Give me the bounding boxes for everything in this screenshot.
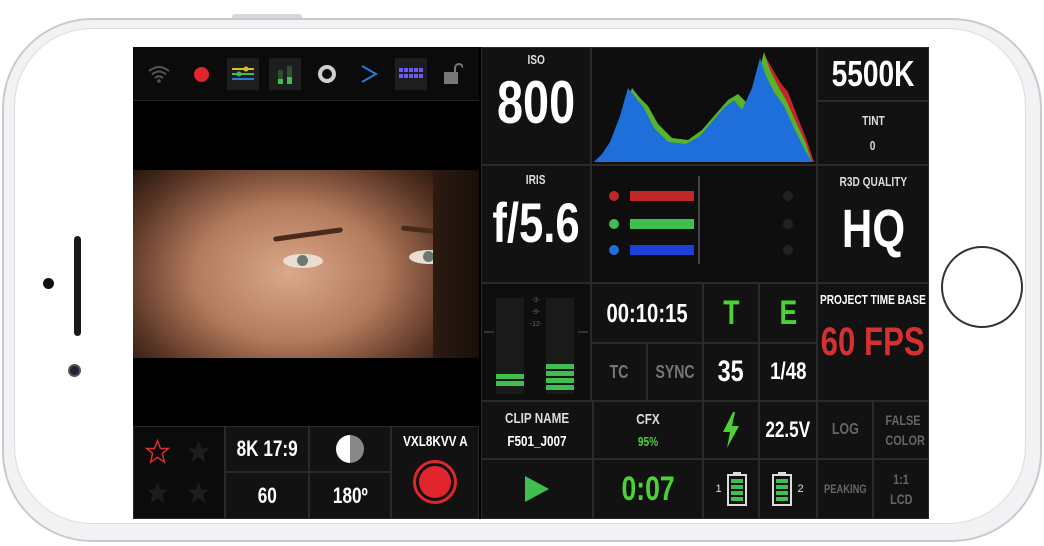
subject-brow-left: [272, 227, 344, 242]
peaking-label: PEAKING: [823, 482, 867, 496]
fps-cell[interactable]: 60: [225, 472, 309, 519]
grid-icon[interactable]: [395, 58, 427, 90]
exposure-half-circle-icon: [336, 435, 364, 463]
audio-scale-9: -9-: [532, 309, 541, 316]
lcd-label: 1:1 LCD: [890, 471, 913, 507]
proximity-sensor: [43, 278, 54, 289]
subject-hair: [433, 170, 479, 358]
battery-1-cell[interactable]: 1: [703, 459, 759, 519]
shutter-angle-cell[interactable]: 180º: [309, 472, 391, 519]
iris-label: IRIS: [526, 172, 546, 187]
iso-value: 800: [496, 69, 576, 136]
shutter-angle-value: 180º: [332, 482, 368, 508]
lightning-icon: [723, 412, 739, 448]
battery-1-icon: [726, 472, 747, 506]
front-camera: [68, 364, 81, 377]
shutter-speed-cell[interactable]: 1/48: [759, 343, 817, 401]
white-balance-cell[interactable]: 5500K: [817, 47, 929, 101]
sync-label: SYNC: [655, 361, 695, 382]
project-time-base-cell[interactable]: PROJECT TIME BASE 60 FPS: [817, 283, 929, 401]
battery-2-icon: [772, 472, 793, 506]
shutter-speed-value: 1/48: [769, 358, 807, 385]
unlock-icon[interactable]: [437, 58, 469, 90]
record-time-value: 0:07: [621, 469, 675, 508]
rating-stars[interactable]: [133, 426, 225, 519]
project-time-base-value: 60 FPS: [820, 320, 926, 364]
lcd-toggle[interactable]: 1:1 LCD: [873, 459, 929, 519]
sync-button[interactable]: SYNC: [647, 343, 703, 401]
play-button[interactable]: [481, 459, 593, 519]
top-toolbar: [133, 47, 479, 101]
audio-scale-12: -12-: [530, 321, 543, 328]
play-icon: [525, 476, 549, 502]
histogram[interactable]: [591, 47, 817, 165]
resolution-cell[interactable]: 8K 17:9: [225, 426, 309, 472]
r3d-quality-label: R3D QUALITY: [839, 174, 907, 189]
clip-name-cell[interactable]: CLIP NAME F501_J007: [481, 401, 593, 459]
tint-value: 0: [870, 138, 876, 153]
record-icon: [419, 466, 451, 498]
iris-cell[interactable]: IRIS f/5.6: [481, 165, 591, 283]
cfx-cell[interactable]: CFX 95%: [593, 401, 703, 459]
exposure-cell[interactable]: [309, 426, 391, 472]
reel-label: VXL8KVV A: [402, 433, 468, 450]
audio-meter[interactable]: -3- -9- -12-: [481, 283, 591, 401]
tint-label: TINT: [861, 113, 885, 128]
wifi-icon[interactable]: [143, 58, 175, 90]
earpiece-speaker: [74, 236, 81, 336]
record-button[interactable]: [413, 460, 457, 504]
tint-cell[interactable]: TINT 0: [817, 101, 929, 165]
false-color-label: FALSE COLOR: [885, 412, 925, 448]
e-indicator[interactable]: E: [759, 283, 817, 343]
levels-icon[interactable]: [227, 58, 259, 90]
false-color-toggle[interactable]: FALSE COLOR: [873, 401, 929, 459]
cfx-label: CFX: [636, 411, 660, 428]
t-indicator[interactable]: T: [703, 283, 759, 343]
iso-cell[interactable]: ISO 800: [481, 47, 591, 165]
project-time-base-label: PROJECT TIME BASE: [820, 292, 926, 307]
battery-2-cell[interactable]: 2: [759, 459, 817, 519]
log-label: LOG: [831, 421, 859, 438]
fps-value: 60: [257, 482, 277, 508]
focus-ring-icon[interactable]: [311, 58, 343, 90]
peaking-toggle[interactable]: PEAKING: [817, 459, 873, 519]
camera-app-screen: 8K 17:9 60 180º VXL8KVV A ISO 800 5500K …: [133, 47, 929, 519]
clip-name-label: CLIP NAME: [504, 410, 570, 427]
record-time-cell: 0:07: [593, 459, 703, 519]
frame-number-value: 35: [717, 355, 745, 388]
subject-eye-left: [283, 254, 323, 268]
tc-button[interactable]: TC: [591, 343, 647, 401]
timecode-cell[interactable]: 00:10:15: [591, 283, 703, 343]
record-cell[interactable]: VXL8KVV A: [391, 426, 479, 519]
tc-label: TC: [609, 361, 629, 382]
resolution-value: 8K 17:9: [236, 436, 298, 461]
power-icon-cell[interactable]: [703, 401, 759, 459]
cfx-value: 95%: [637, 434, 659, 449]
home-button[interactable]: [941, 246, 1023, 328]
clip-name-value: F501_J007: [507, 433, 567, 450]
live-video-preview[interactable]: [133, 170, 479, 358]
rgb-meter[interactable]: [591, 165, 817, 283]
frame-number-cell[interactable]: 35: [703, 343, 759, 401]
log-toggle[interactable]: LOG: [817, 401, 873, 459]
audio-scale-3: -3-: [532, 297, 541, 304]
t-label: T: [722, 293, 740, 332]
battery-1-label: 1: [715, 483, 722, 495]
voltage-value: 22.5V: [765, 417, 811, 442]
record-dot-icon[interactable]: [185, 58, 217, 90]
e-label: E: [779, 293, 797, 332]
battery-2-label: 2: [797, 483, 804, 495]
iso-label: ISO: [527, 52, 545, 67]
r3d-quality-value: HQ: [841, 199, 905, 259]
iris-value: f/5.6: [492, 191, 580, 254]
audio-meter-icon[interactable]: [269, 58, 301, 90]
r3d-quality-cell[interactable]: R3D QUALITY HQ: [817, 165, 929, 283]
play-arrow-icon[interactable]: [353, 58, 385, 90]
timecode-value: 00:10:15: [606, 297, 688, 328]
voltage-cell[interactable]: 22.5V: [759, 401, 817, 459]
white-balance-value: 5500K: [831, 53, 915, 94]
